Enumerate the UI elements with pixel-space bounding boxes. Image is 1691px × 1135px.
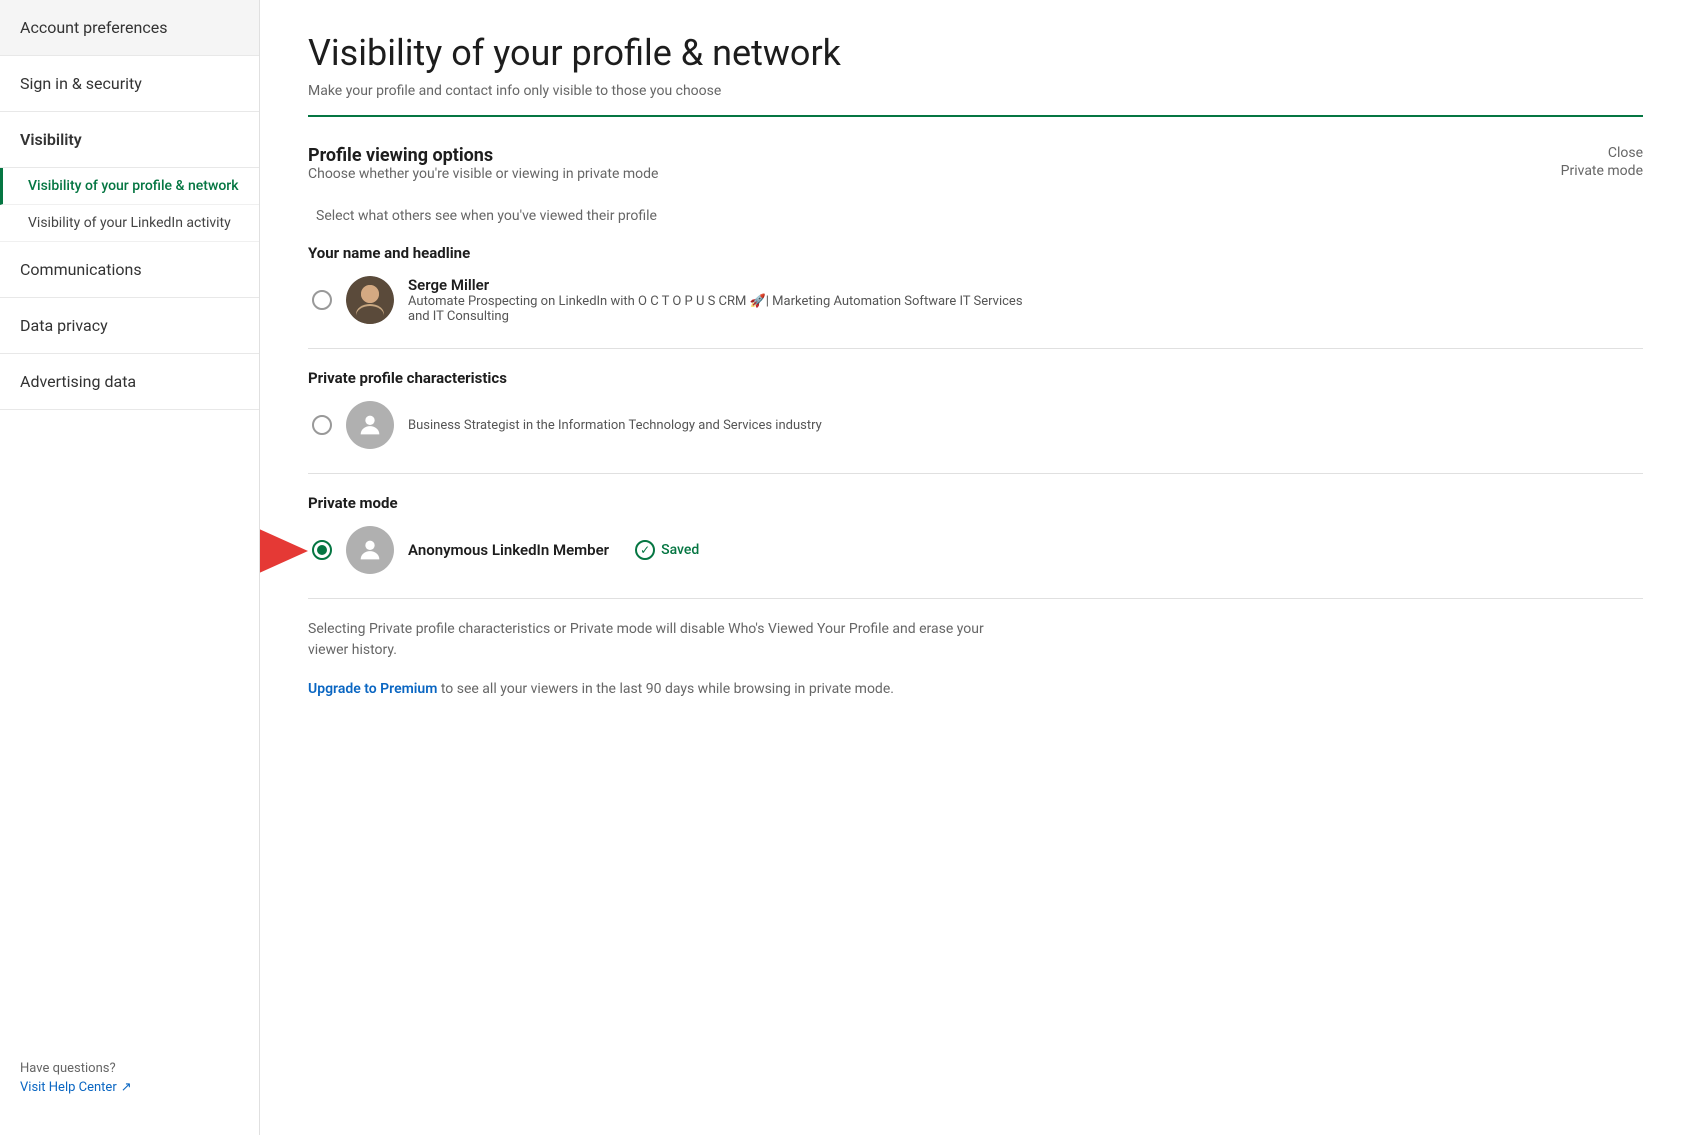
section-close-button[interactable]: Close xyxy=(1561,145,1643,161)
option-name-anonymous: Anonymous LinkedIn Member xyxy=(408,541,609,559)
sidebar-item-advertising-data[interactable]: Advertising data xyxy=(0,354,259,410)
section-header: Profile viewing options Choose whether y… xyxy=(308,145,1643,202)
divider-2 xyxy=(308,473,1643,474)
saved-label: Saved xyxy=(661,542,699,558)
select-instruction: Select what others see when you've viewe… xyxy=(308,208,1643,224)
section-subtitle: Choose whether you're visible or viewing… xyxy=(308,166,658,182)
sidebar-sub-item-visibility-profile-network[interactable]: Visibility of your profile & network xyxy=(0,168,259,205)
option-name-serge-miller: Serge Miller xyxy=(408,276,1028,294)
person-icon-private-profile xyxy=(356,411,384,439)
option-info-private-mode: Anonymous LinkedIn Member xyxy=(408,541,609,559)
avatar-photo-svg xyxy=(346,276,394,324)
sidebar: Account preferences Sign in & security V… xyxy=(0,0,260,1135)
option-info-private-profile: Business Strategist in the Information T… xyxy=(408,418,822,433)
current-value-label: Private mode xyxy=(1561,163,1643,179)
page-subtitle: Make your profile and contact info only … xyxy=(308,83,1643,99)
have-questions-label: Have questions? xyxy=(20,1061,239,1076)
divider-3 xyxy=(308,598,1643,599)
option-group-label-name-headline: Your name and headline xyxy=(308,244,1643,262)
red-arrow-svg xyxy=(260,506,308,596)
section-close-group: Close Private mode xyxy=(1561,145,1643,179)
option-group-label-private-profile: Private profile characteristics xyxy=(308,369,1643,387)
option-desc-private-profile: Business Strategist in the Information T… xyxy=(408,418,822,433)
option-row-private-profile: Business Strategist in the Information T… xyxy=(308,401,1643,449)
page-divider xyxy=(308,115,1643,117)
page-title: Visibility of your profile & network xyxy=(308,32,1643,75)
section-title-group: Profile viewing options Choose whether y… xyxy=(308,145,658,202)
sidebar-sub-item-visibility-linkedin-activity[interactable]: Visibility of your LinkedIn activity xyxy=(0,205,259,242)
sidebar-footer: Have questions? Visit Help Center ↗ xyxy=(0,1041,259,1115)
radio-private-mode[interactable] xyxy=(312,540,332,560)
option-row-name-headline: Serge Miller Automate Prospecting on Lin… xyxy=(308,276,1643,324)
footer-note-2-rest: to see all your viewers in the last 90 d… xyxy=(437,681,894,697)
option-row-private-mode: Anonymous LinkedIn Member ✓ Saved xyxy=(308,526,1643,574)
main-content: Visibility of your profile & network Mak… xyxy=(260,0,1691,1135)
arrow-decoration xyxy=(260,506,308,600)
sidebar-item-visibility[interactable]: Visibility xyxy=(0,112,259,168)
divider-1 xyxy=(308,348,1643,349)
avatar-serge-miller xyxy=(346,276,394,324)
avatar-private-profile xyxy=(346,401,394,449)
footer-note-1: Selecting Private profile characteristic… xyxy=(308,619,988,661)
radio-private-profile[interactable] xyxy=(312,415,332,435)
option-group-label-private-mode: Private mode xyxy=(308,494,1643,512)
option-info-name-headline: Serge Miller Automate Prospecting on Lin… xyxy=(408,276,1028,324)
external-link-icon: ↗ xyxy=(121,1080,132,1095)
person-icon-private-mode xyxy=(356,536,384,564)
sidebar-item-communications[interactable]: Communications xyxy=(0,242,259,298)
sidebar-item-data-privacy[interactable]: Data privacy xyxy=(0,298,259,354)
saved-check-icon: ✓ xyxy=(635,540,655,560)
radio-name-headline[interactable] xyxy=(312,290,332,310)
footer-note-2: Upgrade to Premium to see all your viewe… xyxy=(308,679,988,700)
avatar-private-mode xyxy=(346,526,394,574)
option-desc-serge-miller: Automate Prospecting on LinkedIn with O … xyxy=(408,294,1028,324)
saved-badge: ✓ Saved xyxy=(635,540,699,560)
sidebar-item-sign-in-security[interactable]: Sign in & security xyxy=(0,56,259,112)
upgrade-to-premium-link[interactable]: Upgrade to Premium xyxy=(308,681,437,697)
sidebar-item-account-preferences[interactable]: Account preferences xyxy=(0,0,259,56)
visit-help-center-link[interactable]: Visit Help Center ↗ xyxy=(20,1080,239,1095)
section-title: Profile viewing options xyxy=(308,145,658,166)
